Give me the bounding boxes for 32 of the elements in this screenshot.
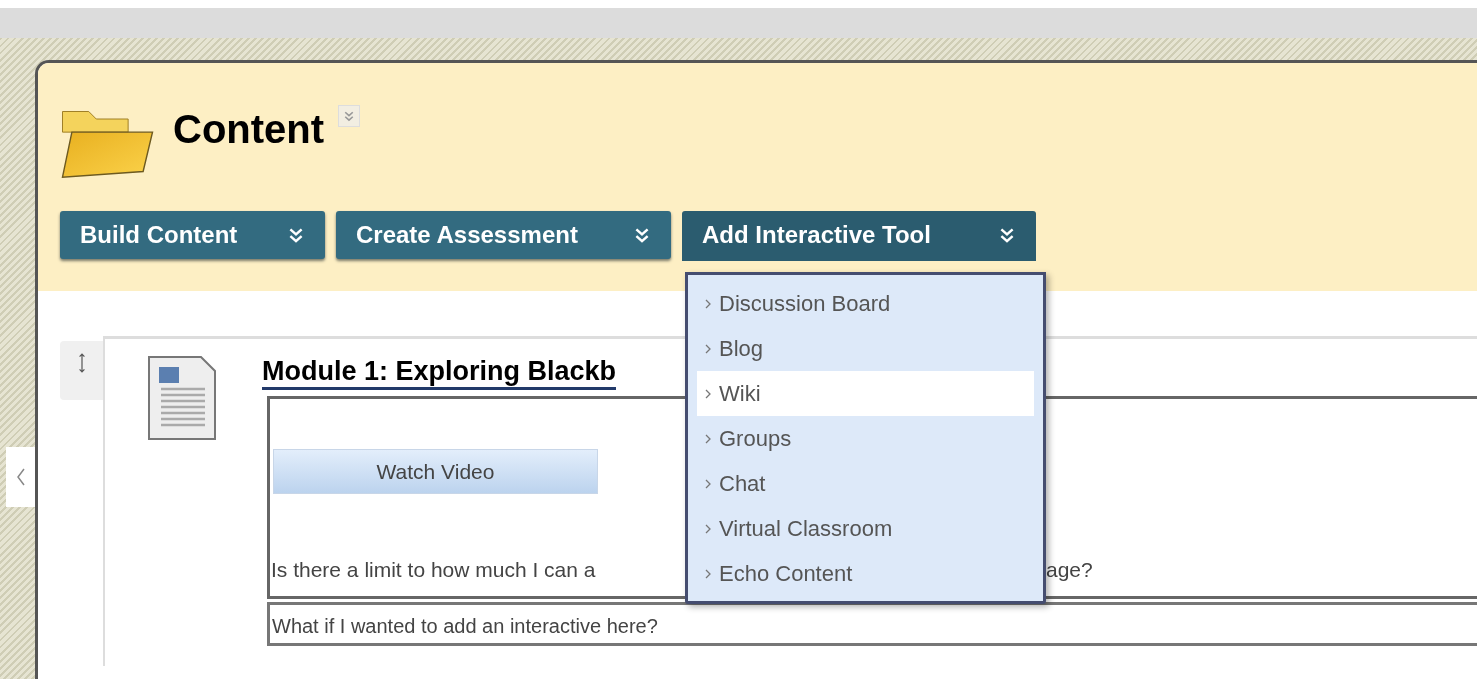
question-text: age? bbox=[1046, 557, 1093, 583]
menu-item[interactable]: Discussion Board bbox=[697, 281, 1034, 326]
action-menu-button[interactable]: Build Content bbox=[60, 211, 325, 259]
chevron-right-icon bbox=[705, 343, 711, 354]
vertical-arrows-icon bbox=[77, 351, 86, 375]
module-title-link[interactable]: Module 1: Exploring Blackb bbox=[262, 355, 617, 390]
chevron-right-icon bbox=[705, 568, 711, 579]
action-menu-button[interactable]: Create Assessment bbox=[336, 211, 671, 259]
chevron-right-icon bbox=[705, 433, 711, 444]
menu-item[interactable]: Blog bbox=[697, 326, 1034, 371]
watch-video-button[interactable]: Watch Video bbox=[273, 449, 598, 494]
chevron-left-icon bbox=[15, 466, 26, 488]
double-chevron-icon bbox=[343, 110, 356, 122]
question-text: Is there a limit to how much I can a bbox=[271, 557, 597, 583]
chevron-right-icon bbox=[705, 388, 711, 399]
menu-item[interactable]: Echo Content bbox=[697, 551, 1034, 596]
chevron-right-icon bbox=[705, 298, 711, 309]
double-chevron-icon bbox=[998, 226, 1016, 244]
chevron-right-icon bbox=[705, 523, 711, 534]
menu-item[interactable]: Chat bbox=[697, 461, 1034, 506]
drag-handle[interactable] bbox=[60, 341, 103, 400]
title-menu-button[interactable] bbox=[338, 105, 361, 127]
page-title: Content bbox=[173, 109, 325, 149]
menu-item[interactable]: Wiki bbox=[697, 371, 1034, 416]
menu-item[interactable]: Virtual Classroom bbox=[697, 506, 1034, 551]
document-icon bbox=[147, 355, 217, 441]
menu-item[interactable]: Groups bbox=[697, 416, 1034, 461]
double-chevron-icon bbox=[287, 226, 305, 244]
double-chevron-icon bbox=[633, 226, 651, 244]
collapse-tab[interactable] bbox=[6, 447, 35, 507]
action-menu-button[interactable]: Add Interactive Tool bbox=[682, 211, 1036, 259]
chevron-right-icon bbox=[705, 478, 711, 489]
